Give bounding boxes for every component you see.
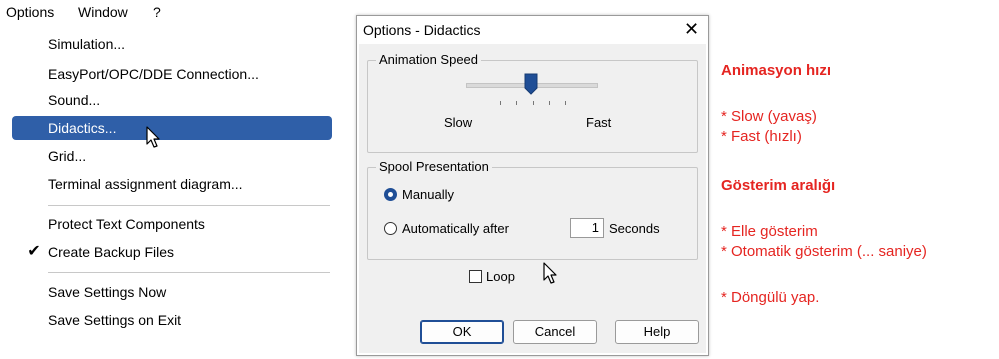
checkmark-icon: ✔ [27, 243, 41, 260]
animation-speed-group: Animation Speed Slow Fast [367, 52, 698, 153]
mouse-pointer-icon [146, 126, 160, 148]
manually-label: Manually [402, 187, 455, 202]
menu-item-label: Sound... [48, 92, 101, 108]
annotation-loop: * Döngülü yap. [721, 289, 820, 306]
slow-label: Slow [444, 115, 473, 130]
close-icon[interactable]: ✕ [684, 19, 699, 39]
menu-item-protect-text[interactable]: Protect Text Components [12, 212, 332, 236]
annotation-auto: * Otomatik gösterim (... saniye) [721, 243, 927, 260]
loop-label: Loop [486, 269, 515, 284]
spool-presentation-group: Spool Presentation Manually Automaticall… [367, 159, 698, 260]
menu-item-save-on-exit[interactable]: Save Settings on Exit [12, 308, 332, 332]
options-menu: Simulation... EasyPort/OPC/DDE Connectio… [0, 24, 340, 359]
fast-label: Fast [586, 115, 612, 130]
menu-help[interactable]: ? [153, 0, 161, 24]
menu-item-grid[interactable]: Grid... [12, 144, 332, 168]
seconds-input[interactable]: 1 [570, 218, 604, 238]
menubar: Options Window ? [0, 0, 340, 24]
slider-tick [516, 101, 517, 105]
slider-tick [500, 101, 501, 105]
menu-item-easyport[interactable]: EasyPort/OPC/DDE Connection... [12, 62, 332, 86]
menu-item-didactics[interactable]: Didactics... [12, 116, 332, 140]
menu-item-backup-files[interactable]: ✔ Create Backup Files [12, 240, 332, 264]
slider-tick [565, 101, 566, 105]
menu-item-label: Didactics... [48, 120, 117, 136]
menu-item-label: Simulation... [48, 36, 126, 52]
automatically-label: Automatically after [402, 221, 509, 236]
menu-item-label: Save Settings Now [48, 284, 167, 300]
options-didactics-dialog: Options - Didactics ✕ Animation Speed Sl… [356, 15, 709, 356]
loop-checkbox[interactable] [469, 270, 482, 283]
manually-radio[interactable] [384, 188, 397, 201]
menu-options[interactable]: Options [6, 0, 54, 24]
slider-tick [549, 101, 550, 105]
menu-item-label: Protect Text Components [48, 216, 205, 232]
slider-tick [533, 101, 534, 105]
speed-slider-thumb[interactable] [524, 73, 538, 95]
menu-item-sound[interactable]: Sound... [12, 88, 332, 112]
annotation-spool-heading: Gösterim aralığı [721, 177, 836, 194]
menu-item-save-now[interactable]: Save Settings Now [12, 280, 332, 304]
mouse-pointer-icon [543, 262, 557, 284]
menu-item-label: Save Settings on Exit [48, 312, 182, 328]
annotation-fast: * Fast (hızlı) [721, 128, 802, 145]
cancel-button[interactable]: Cancel [513, 320, 597, 344]
menu-item-simulation[interactable]: Simulation... [12, 32, 332, 56]
menu-item-terminal-assignment[interactable]: Terminal assignment diagram... [12, 172, 332, 196]
annotation-manual: * Elle gösterim [721, 223, 818, 240]
ok-button[interactable]: OK [420, 320, 504, 344]
menu-window[interactable]: Window [78, 0, 128, 24]
menu-separator [48, 205, 330, 206]
seconds-label: Seconds [609, 221, 660, 236]
spool-presentation-label: Spool Presentation [376, 159, 492, 174]
menu-item-label: EasyPort/OPC/DDE Connection... [48, 66, 259, 82]
menu-separator [48, 272, 330, 273]
dialog-title: Options - Didactics [363, 22, 481, 38]
dialog-body: Animation Speed Slow Fast Spool Presenta… [359, 44, 706, 353]
menu-item-label: Create Backup Files [48, 244, 175, 260]
menu-item-label: Terminal assignment diagram... [48, 176, 243, 192]
automatically-radio[interactable] [384, 222, 397, 235]
menu-item-label: Grid... [48, 148, 87, 164]
help-button[interactable]: Help [615, 320, 699, 344]
annotation-speed-heading: Animasyon hızı [721, 62, 832, 79]
annotation-slow: * Slow (yavaş) [721, 108, 817, 125]
animation-speed-label: Animation Speed [376, 52, 482, 67]
